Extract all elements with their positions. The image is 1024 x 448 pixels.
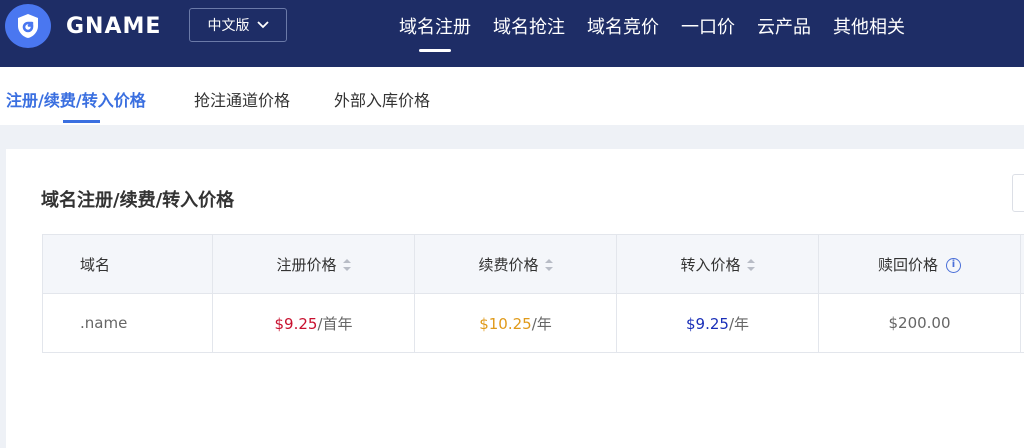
header-renew-price[interactable]: 续费价格 xyxy=(414,234,617,294)
table-row: .name $9.25/首年 $10.25/年 $9.25/年 $200.00 xyxy=(42,293,1024,353)
header-register-label: 注册价格 xyxy=(276,255,337,274)
transfer-price-unit: /年 xyxy=(728,314,749,333)
chevron-down-icon xyxy=(256,21,269,29)
card-title: 域名注册/续费/转入价格 xyxy=(41,190,235,211)
header-register-price[interactable]: 注册价格 xyxy=(212,234,415,294)
language-selector-button[interactable]: 中文版 xyxy=(189,8,287,42)
price-table: 域名 注册价格 续费价格 转入价格 赎回价格 i .name $9.25/首年 … xyxy=(42,234,1024,353)
price-subtabs: 注册/续费/转入价格 抢注通道价格 外部入库价格 xyxy=(0,67,1024,125)
tab-snap-channel[interactable]: 抢注通道价格 xyxy=(194,87,290,111)
header-renew-label: 续费价格 xyxy=(478,255,539,274)
renew-price-value: $10.25 xyxy=(479,314,532,333)
header-redeem-price: 赎回价格 i xyxy=(818,234,1021,294)
nav-item-other[interactable]: 其他相关 xyxy=(833,13,905,39)
cell-domain: .name xyxy=(42,293,213,353)
cell-register-price: $9.25/首年 xyxy=(212,293,415,353)
sort-icon[interactable] xyxy=(746,259,755,271)
cell-transfer-price: $9.25/年 xyxy=(616,293,819,353)
header-domain: 域名 xyxy=(42,234,213,294)
header-transfer-label: 转入价格 xyxy=(680,255,741,274)
nav-item-domain-register[interactable]: 域名注册 xyxy=(399,13,471,52)
transfer-price-value: $9.25 xyxy=(685,314,729,333)
gname-logo-icon xyxy=(5,4,51,48)
renew-price-unit: /年 xyxy=(531,314,552,333)
table-header-row: 域名 注册价格 续费价格 转入价格 赎回价格 i xyxy=(42,234,1024,294)
header-redeem-label: 赎回价格 xyxy=(877,255,938,274)
price-card: 域名注册/续费/转入价格 域名 注册价格 续费价格 转入价格 赎回价格 i .n… xyxy=(6,149,1024,448)
nav-item-domain-snap[interactable]: 域名抢注 xyxy=(493,13,565,39)
row-overflow-cell xyxy=(1020,293,1024,353)
active-tab-indicator xyxy=(63,120,100,123)
header-overflow-cell xyxy=(1020,234,1024,294)
main-nav: 域名注册 域名抢注 域名竞价 一口价 云产品 其他相关 xyxy=(388,0,916,52)
sort-icon[interactable] xyxy=(342,259,351,271)
header-transfer-price[interactable]: 转入价格 xyxy=(616,234,819,294)
register-price-value: $9.25 xyxy=(274,314,318,333)
sort-icon[interactable] xyxy=(544,259,553,271)
cell-renew-price: $10.25/年 xyxy=(414,293,617,353)
header-domain-label: 域名 xyxy=(80,255,111,274)
language-label: 中文版 xyxy=(207,18,250,34)
cell-redeem-price: $200.00 xyxy=(818,293,1021,353)
nav-item-cloud-products[interactable]: 云产品 xyxy=(757,13,811,39)
search-box-edge[interactable] xyxy=(1012,174,1024,212)
tab-external-import[interactable]: 外部入库价格 xyxy=(334,87,430,111)
brand-logo[interactable]: GNAME xyxy=(5,4,161,48)
info-icon[interactable]: i xyxy=(946,257,961,273)
top-navigation-bar: GNAME 中文版 域名注册 域名抢注 域名竞价 一口价 云产品 其他相关 xyxy=(0,0,1024,67)
nav-item-fixed-price[interactable]: 一口价 xyxy=(681,13,735,39)
register-price-unit: /首年 xyxy=(317,314,353,333)
brand-name: GNAME xyxy=(66,13,162,39)
tab-register-renew-transfer[interactable]: 注册/续费/转入价格 xyxy=(6,87,146,111)
nav-item-domain-auction[interactable]: 域名竞价 xyxy=(587,13,659,39)
